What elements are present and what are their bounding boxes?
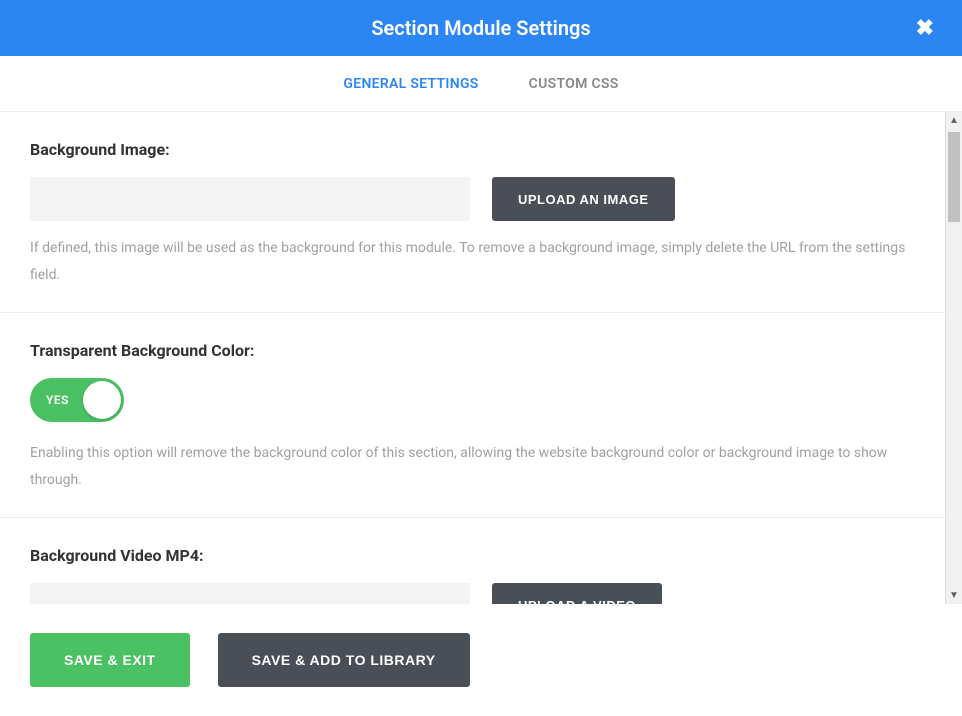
label-transparent-bg: Transparent Background Color: xyxy=(30,341,915,360)
help-transparent-bg: Enabling this option will remove the bac… xyxy=(30,440,915,493)
label-background-video: Background Video MP4: xyxy=(30,546,915,565)
transparent-bg-toggle[interactable]: YES xyxy=(30,378,124,422)
save-exit-button[interactable]: SAVE & EXIT xyxy=(30,633,190,687)
close-icon: ✖ xyxy=(916,15,934,40)
section-transparent-bg: Transparent Background Color: YES Enabli… xyxy=(0,313,945,518)
modal-title: Section Module Settings xyxy=(371,16,590,40)
tab-custom-css[interactable]: CUSTOM CSS xyxy=(529,76,619,92)
section-background-image: Background Image: UPLOAD AN IMAGE If def… xyxy=(0,112,945,313)
modal-header: Section Module Settings ✖ xyxy=(0,0,962,56)
close-button[interactable]: ✖ xyxy=(916,15,934,41)
upload-image-button[interactable]: UPLOAD AN IMAGE xyxy=(492,177,675,221)
help-background-image: If defined, this image will be used as t… xyxy=(30,235,915,288)
scrollbar[interactable]: ▲ ▼ xyxy=(945,112,962,604)
background-image-input[interactable] xyxy=(30,177,470,221)
scrollbar-up-arrow[interactable]: ▲ xyxy=(946,112,962,129)
toggle-label-yes: YES xyxy=(46,393,69,407)
footer: SAVE & EXIT SAVE & ADD TO LIBRARY xyxy=(0,604,962,716)
toggle-knob xyxy=(83,381,121,419)
label-background-image: Background Image: xyxy=(30,140,915,159)
scrollbar-down-arrow[interactable]: ▼ xyxy=(946,587,962,604)
save-library-button[interactable]: SAVE & ADD TO LIBRARY xyxy=(218,633,470,687)
scrollbar-thumb[interactable] xyxy=(948,132,960,222)
tab-general-settings[interactable]: GENERAL SETTINGS xyxy=(343,76,478,92)
tabs: GENERAL SETTINGS CUSTOM CSS xyxy=(0,56,962,112)
